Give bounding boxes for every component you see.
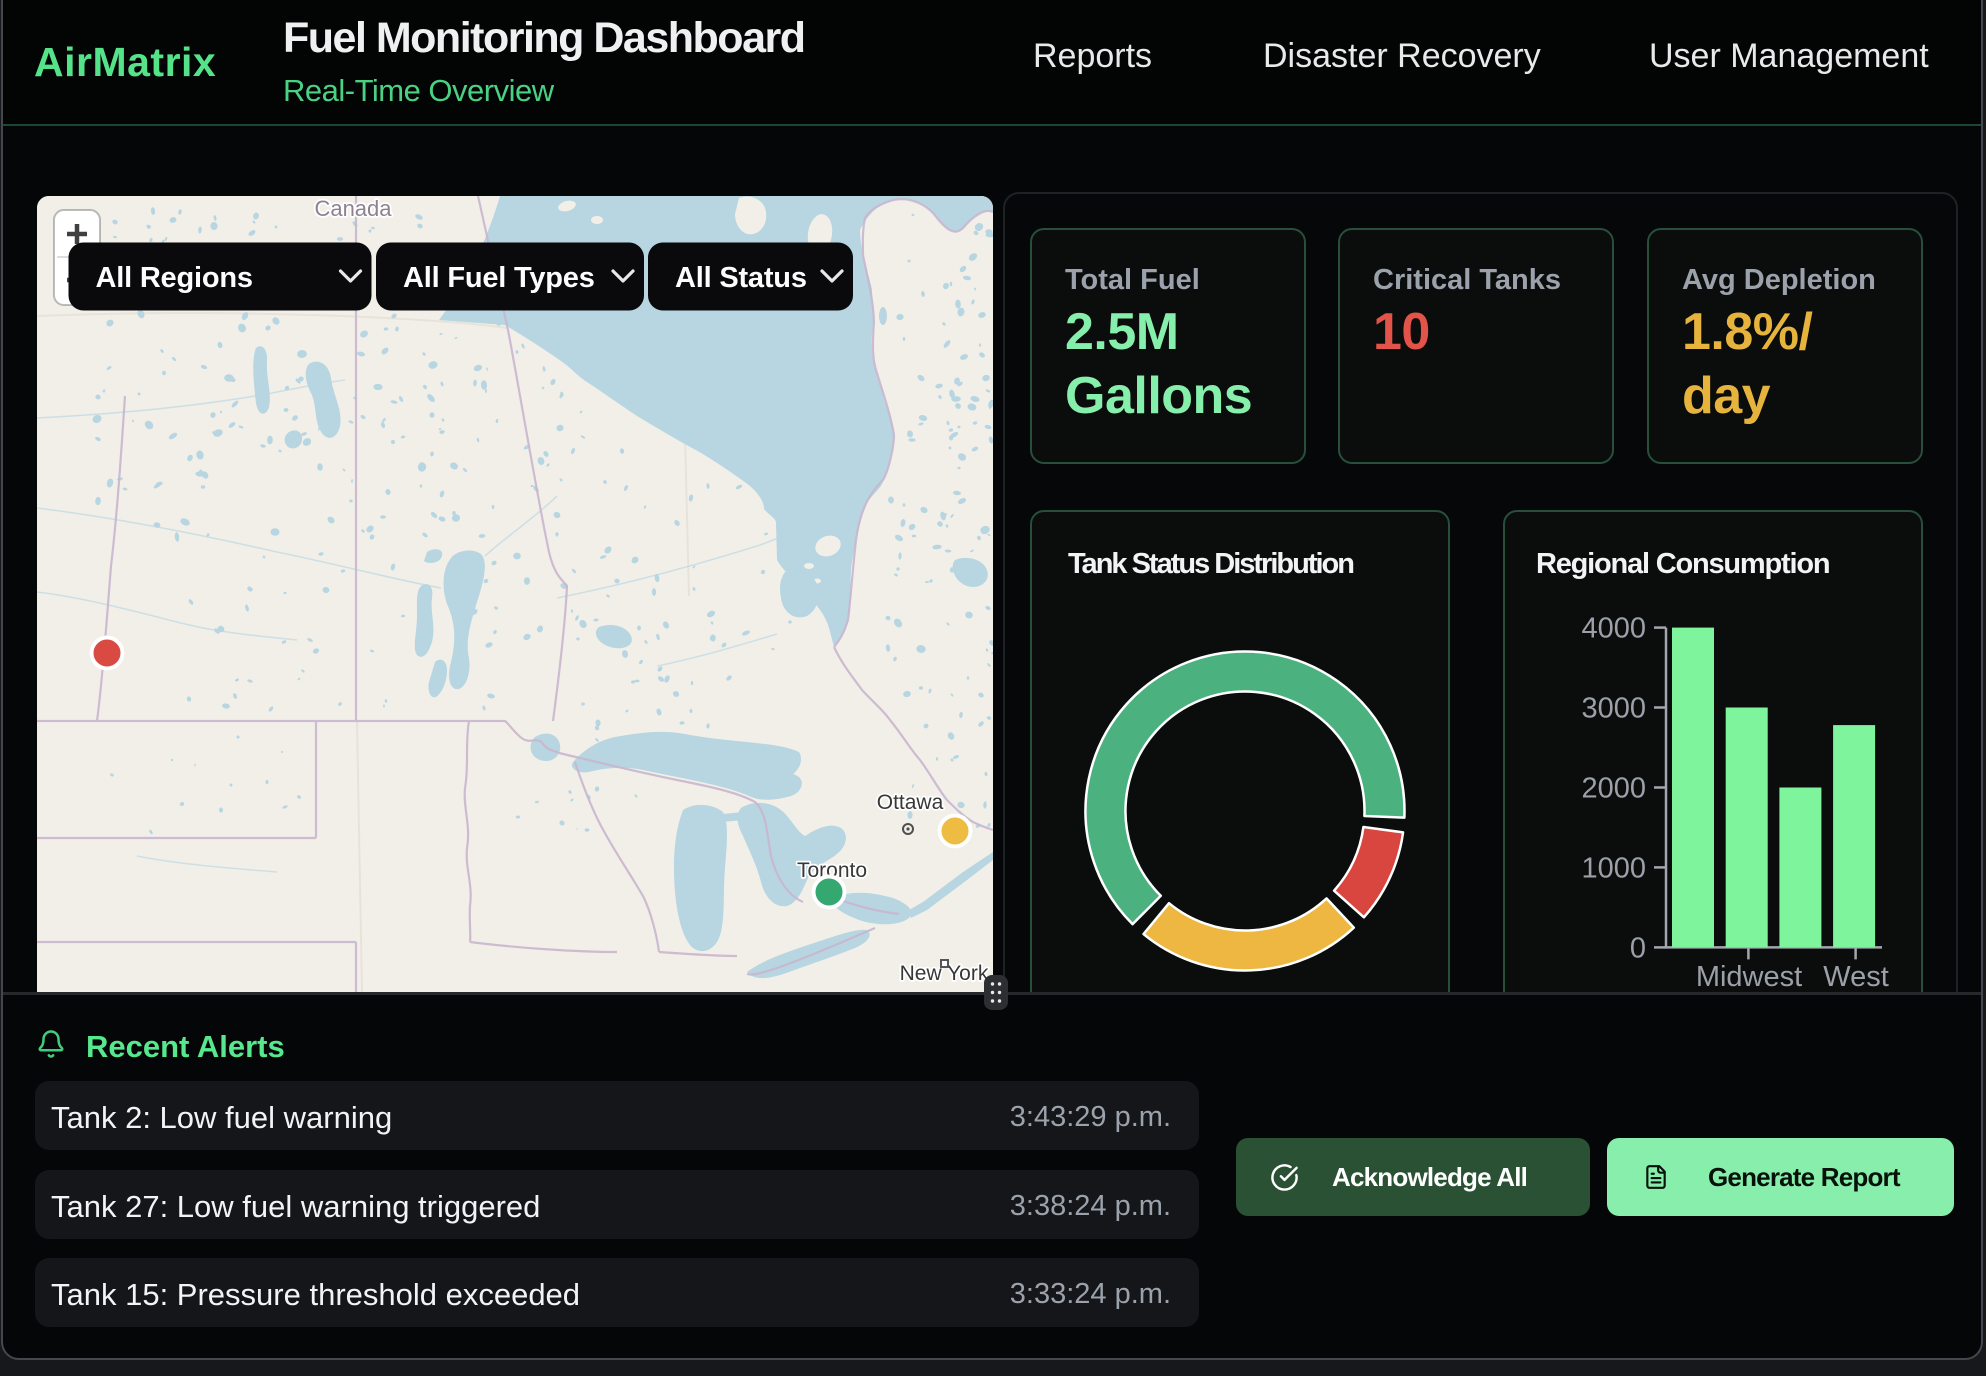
svg-text:3000: 3000 <box>1581 693 1646 725</box>
svg-text:4000: 4000 <box>1581 613 1646 645</box>
svg-text:All Status: All Status <box>675 262 807 294</box>
svg-text:0: 0 <box>1630 932 1646 964</box>
svg-text:All Regions: All Regions <box>96 262 253 294</box>
svg-text:1000: 1000 <box>1581 852 1646 884</box>
svg-text:Ottawa: Ottawa <box>877 791 944 814</box>
svg-text:2000: 2000 <box>1581 773 1646 805</box>
svg-text:All Fuel Types: All Fuel Types <box>403 262 595 294</box>
svg-text:Midwest: Midwest <box>1696 961 1802 993</box>
svg-text:West: West <box>1823 961 1889 993</box>
svg-text:Canada: Canada <box>314 196 392 221</box>
